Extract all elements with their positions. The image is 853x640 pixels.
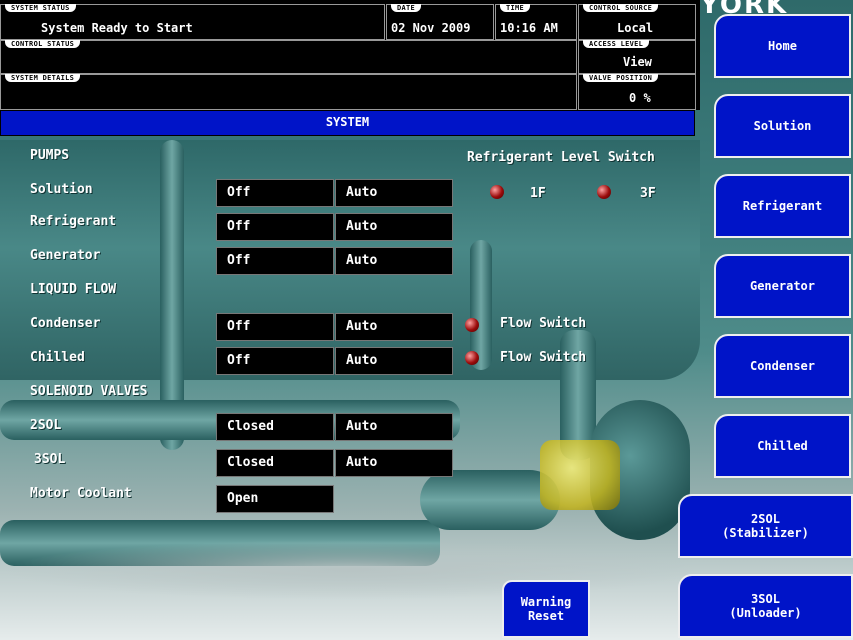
refrigerant-level-heading: Refrigerant Level Switch [467,150,655,165]
control-source-tag: CONTROL SOURCE [583,4,659,12]
home-button[interactable]: Home [714,14,851,78]
valve-label-2sol: 2SOL [30,418,62,433]
system-status-value: System Ready to Start [41,21,193,35]
flow-chilled-state: Off [216,347,334,375]
chilled-button[interactable]: Chilled [714,414,851,478]
chilled-flow-switch-label: Flow Switch [500,350,587,365]
refrigerant-button[interactable]: Refrigerant [714,174,851,238]
date-value: 02 Nov 2009 [391,21,471,35]
pump-refrigerant-mode: Auto [335,213,453,241]
pump-generator-mode: Auto [335,247,453,275]
pump-label-refrigerant: Refrigerant [30,214,117,229]
3sol-unloader-button[interactable]: 3SOL (Unloader) [678,574,853,638]
motor-coolant-label: Motor Coolant [30,486,132,501]
pump-solution-mode: Auto [335,179,453,207]
level-switch-1f-label: 1F [530,186,546,201]
valve-3sol-mode: Auto [335,449,453,477]
solenoid-valves-heading: SOLENOID VALVES [30,384,148,399]
valve-3sol-state: Closed [216,449,334,477]
valve-position-box: VALVE POSITION 0 % [578,74,696,110]
pump-generator-state: Off [216,247,334,275]
solution-button[interactable]: Solution [714,94,851,158]
control-source-box: CONTROL SOURCE Local [578,4,696,40]
warning-reset-line2: Reset [527,609,565,623]
3sol-button-line2: (Unloader) [729,606,802,620]
flow-condenser-state: Off [216,313,334,341]
pump-label-generator: Generator [30,248,101,263]
warning-reset-button[interactable]: Warning Reset [502,580,590,638]
pump-motor [420,470,560,530]
access-level-box: ACCESS LEVEL View [578,40,696,74]
system-details-box: SYSTEM DETAILS [0,74,577,110]
flow-chilled-mode: Auto [335,347,453,375]
valve-position-tag: VALVE POSITION [583,74,659,82]
3sol-button-line1: 3SOL [751,592,780,606]
flow-label-condenser: Condenser [30,316,101,331]
access-level-value: View [623,55,652,69]
flow-condenser-mode: Auto [335,313,453,341]
warning-reset-line1: Warning [520,595,572,609]
condenser-flow-switch-led [465,318,479,332]
section-title: SYSTEM [0,110,695,136]
time-value: 10:16 AM [500,21,558,35]
system-details-tag: SYSTEM DETAILS [5,74,81,82]
liquid-flow-heading: LIQUID FLOW [30,282,117,297]
pump-solution-state: Off [216,179,334,207]
condenser-flow-switch-label: Flow Switch [500,316,587,331]
date-box: DATE 02 Nov 2009 [386,4,494,40]
motor-coolant-state: Open [216,485,334,513]
valve-label-3sol: 3SOL [34,452,66,467]
date-tag: DATE [391,4,422,12]
pumps-heading: PUMPS [30,148,70,163]
valve-2sol-state: Closed [216,413,334,441]
2sol-button-line1: 2SOL [751,512,780,526]
condenser-button[interactable]: Condenser [714,334,851,398]
flow-label-chilled: Chilled [30,350,85,365]
2sol-stabilizer-button[interactable]: 2SOL (Stabilizer) [678,494,853,558]
level-switch-1f-led [490,185,504,199]
2sol-button-line2: (Stabilizer) [722,526,809,540]
chilled-flow-switch-led [465,351,479,365]
control-status-tag: CONTROL STATUS [5,40,81,48]
system-status-tag: SYSTEM STATUS [5,4,76,12]
generator-button[interactable]: Generator [714,254,851,318]
level-switch-3f-led [597,185,611,199]
valve-position-value: 0 % [629,91,651,105]
control-status-box: CONTROL STATUS [0,40,577,74]
pump-refrigerant-state: Off [216,213,334,241]
time-box: TIME 10:16 AM [495,4,577,40]
floor-shadow [0,540,700,600]
valve-2sol-mode: Auto [335,413,453,441]
access-level-tag: ACCESS LEVEL [583,40,650,48]
system-status-box: SYSTEM STATUS System Ready to Start [0,4,385,40]
valve-highlight [540,440,620,510]
pump-label-solution: Solution [30,182,93,197]
control-source-value: Local [617,21,654,35]
level-switch-3f-label: 3F [640,186,656,201]
time-tag: TIME [500,4,531,12]
